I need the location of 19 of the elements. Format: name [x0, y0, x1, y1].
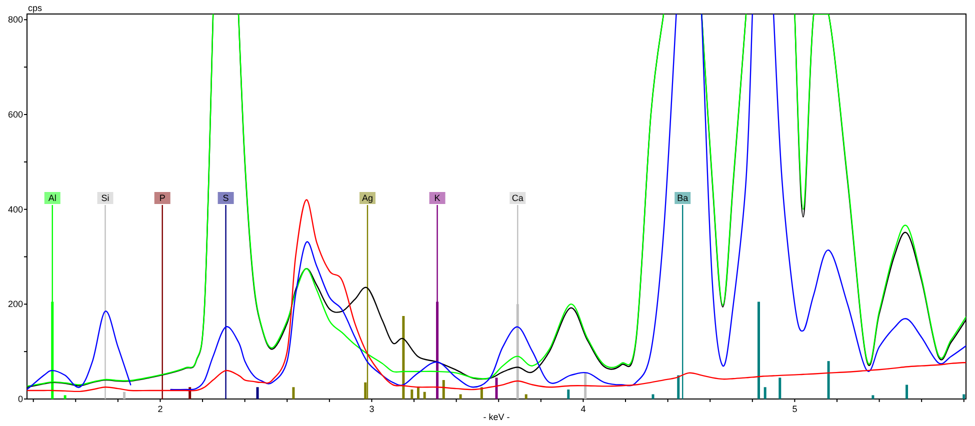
- x-tick-label: 3: [369, 404, 374, 414]
- x-axis-label: - keV -: [483, 412, 510, 422]
- element-tag: Ag: [360, 192, 376, 204]
- y-tick-label: 0: [18, 394, 23, 404]
- element-tag: P: [154, 192, 170, 204]
- y-tick-label: 400: [8, 204, 23, 214]
- element-tag: Ca: [510, 192, 526, 204]
- x-tick-label: 5: [792, 404, 798, 414]
- y-axis-label: cps: [28, 3, 42, 13]
- element-tag: Ba: [674, 192, 691, 204]
- y-tick-label: 200: [8, 299, 23, 310]
- x-tick-label: 4: [580, 404, 586, 414]
- y-tick-label: 800: [8, 14, 23, 25]
- element-tag: Al: [44, 192, 60, 204]
- x-tick-label: 2: [158, 404, 163, 414]
- element-tag: Si: [97, 192, 114, 204]
- y-tick-label: 600: [8, 110, 23, 120]
- element-tag: S: [218, 192, 234, 204]
- element-tag: K: [429, 192, 446, 204]
